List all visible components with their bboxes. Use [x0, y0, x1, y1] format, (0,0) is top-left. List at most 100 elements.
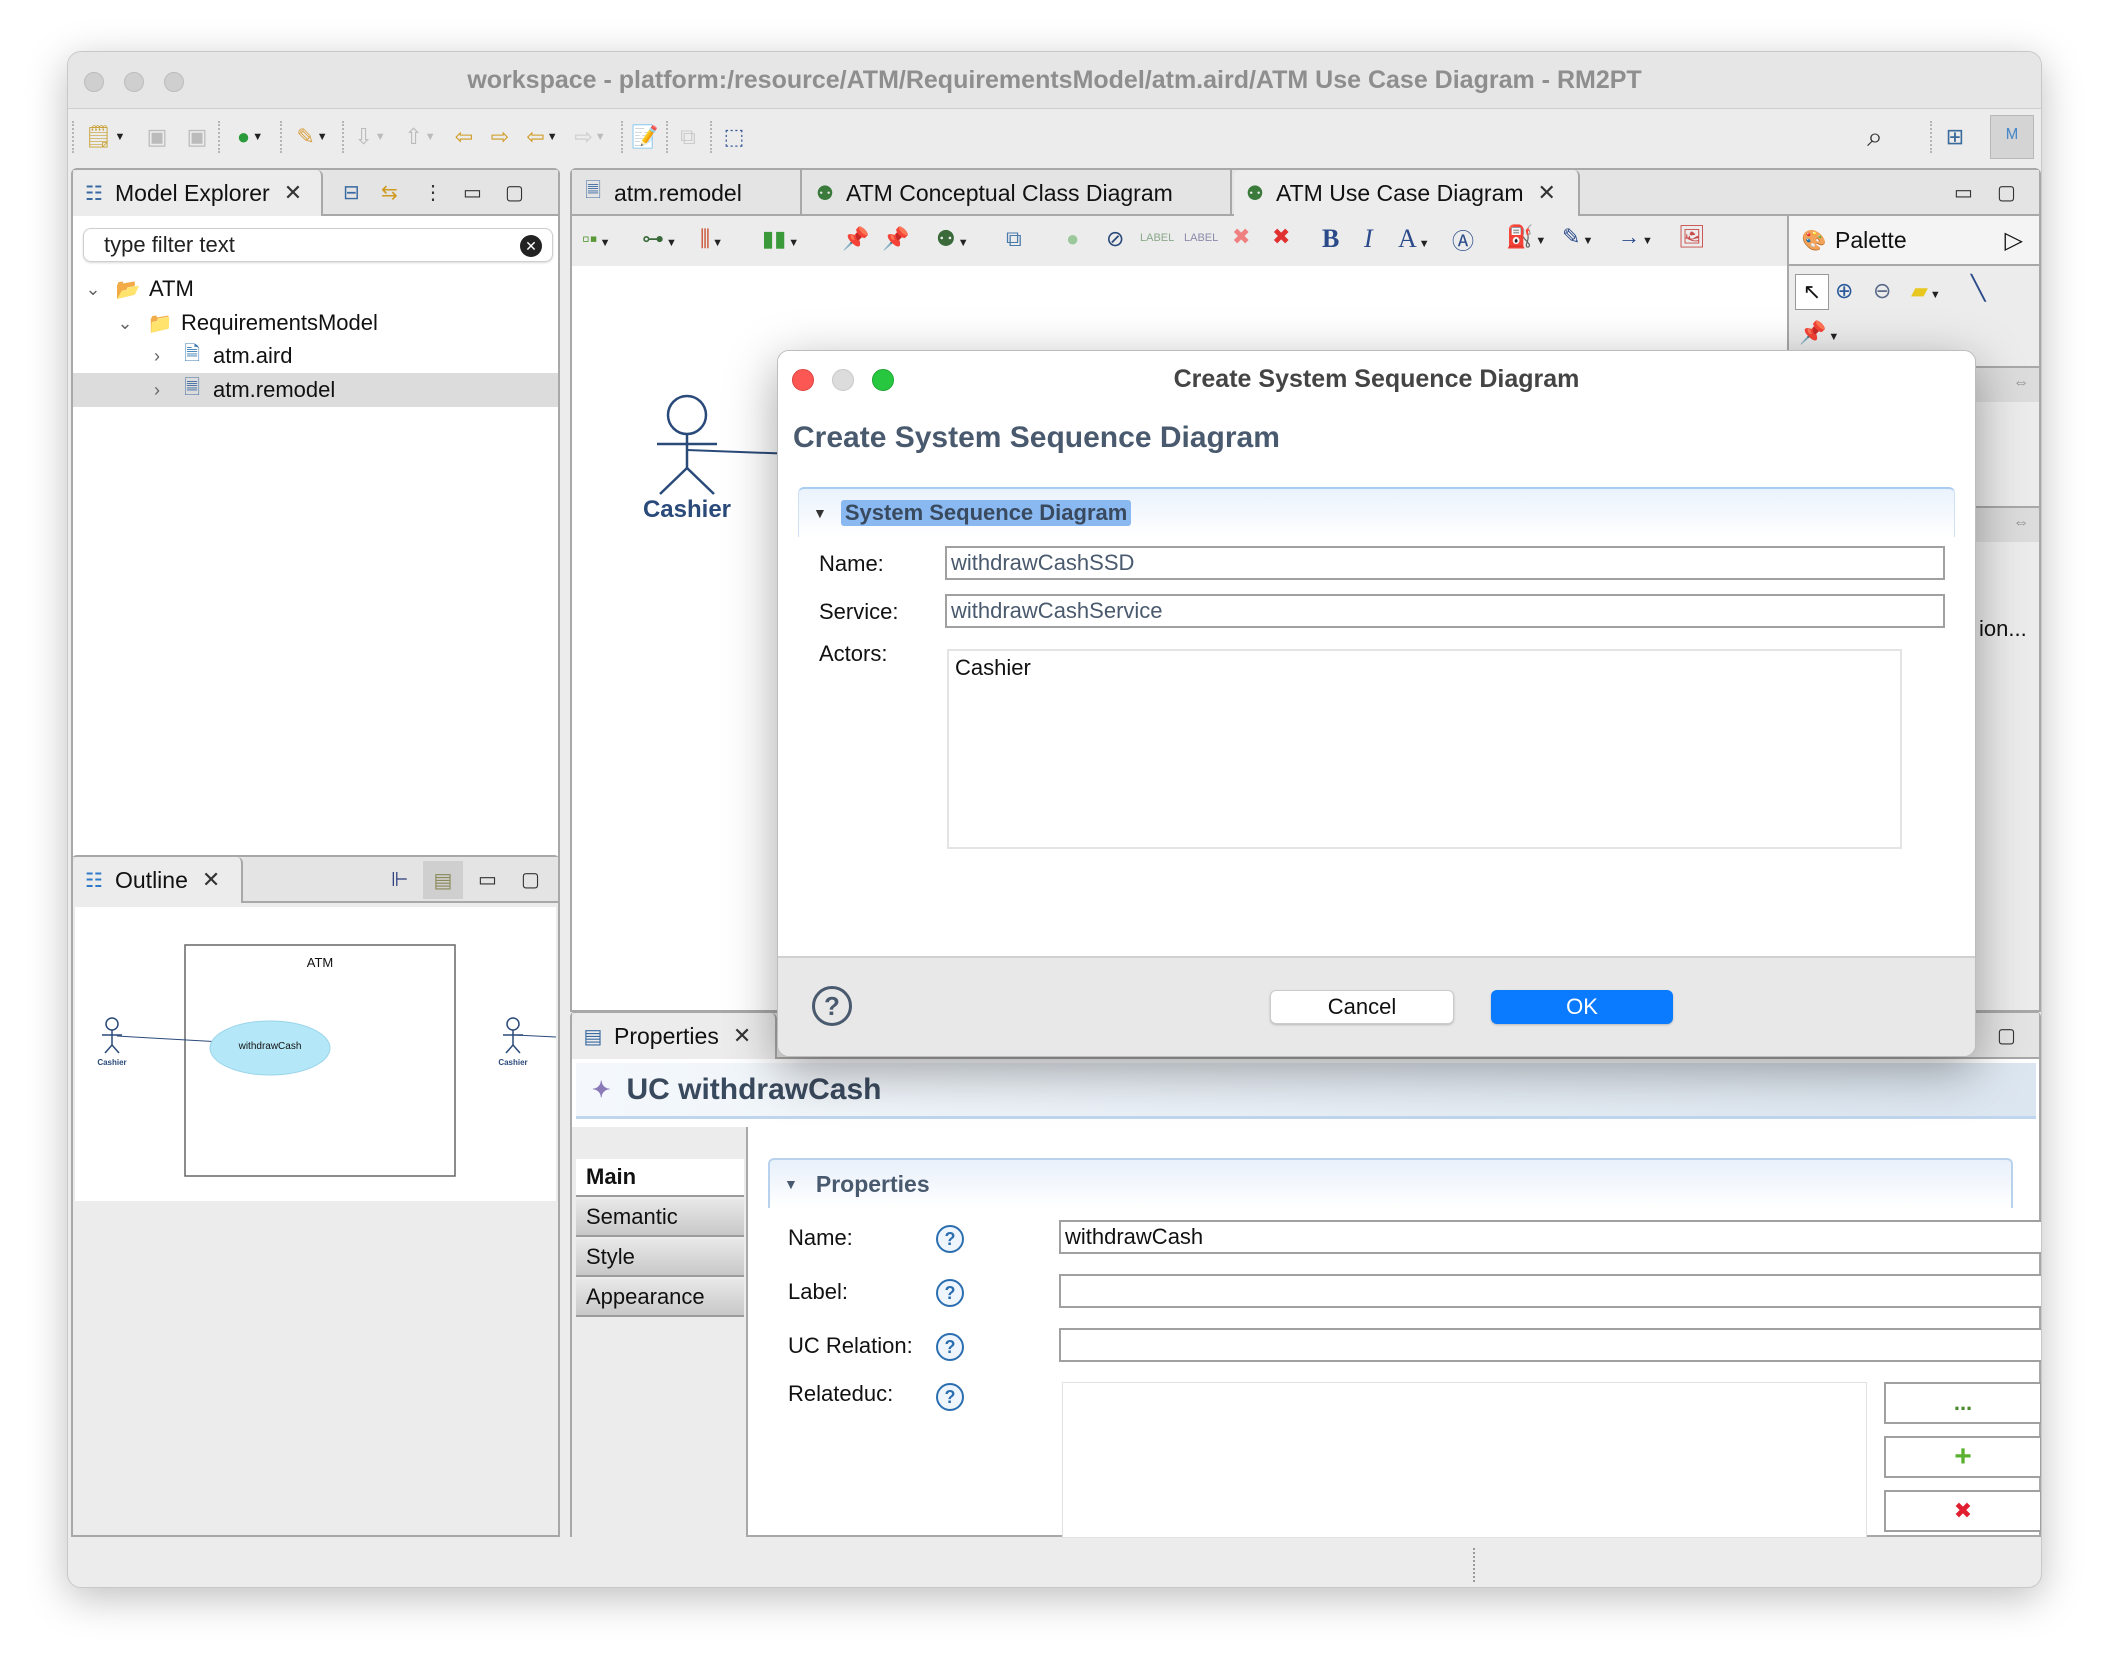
set-image-icon[interactable]: 🖼 [1678, 224, 1706, 250]
tab-outline[interactable]: ☷ Outline ✕ [73, 857, 243, 903]
modeling-perspective-button[interactable]: ᴹ [1990, 115, 2034, 159]
show-label-icon[interactable]: LABEL [1140, 232, 1174, 244]
last-edit-forward-button[interactable]: ⇨ [484, 121, 516, 153]
connection-tool-icon[interactable]: ╲ [1971, 274, 1985, 303]
tab-model-explorer[interactable]: ☷ Model Explorer ✕ [73, 170, 323, 216]
close-icon[interactable]: ✕ [284, 180, 302, 206]
search-button[interactable]: ⌕ [1858, 121, 1892, 153]
font-color-button[interactable]: A ▼ [1398, 224, 1430, 254]
relateduc-list[interactable] [1062, 1382, 1867, 1538]
view-menu-icon[interactable]: ⋮ [423, 180, 443, 205]
last-edit-back-button[interactable]: ⇦ [448, 121, 480, 153]
back-button[interactable]: ⇦ ▼ [520, 121, 564, 153]
dialog-section-header[interactable]: ▼ System Sequence Diagram [798, 487, 1955, 537]
label-input[interactable] [1059, 1274, 2041, 1308]
overview-icon[interactable]: ▤ [423, 861, 463, 899]
tab-conceptual-class-diagram[interactable]: ⚉ ATM Conceptual Class Diagram [804, 170, 1232, 216]
remove-button[interactable]: ✖ [1884, 1490, 2041, 1532]
line-color-icon[interactable]: ✎ ▼ [1562, 224, 1593, 250]
status-bar-handle[interactable] [1473, 1548, 1477, 1582]
minimize-icon[interactable]: ▭ [478, 867, 497, 892]
diagram-copy-button[interactable]: ⧉ [672, 121, 704, 153]
arrange-icon[interactable]: ▫▪ ▼ [582, 226, 611, 252]
properties-section-header[interactable]: ▼ Properties [768, 1158, 2013, 1208]
ok-button[interactable]: OK [1491, 990, 1673, 1024]
outline-diagram[interactable]: ATM withdrawCash Cashier Cashier [75, 907, 556, 1201]
pen-tool-button[interactable]: ✎ ▼ [288, 121, 336, 153]
zoom-out-icon[interactable]: ⊖ [1873, 278, 1891, 304]
fill-color-icon[interactable]: ⛽ ▼ [1506, 224, 1546, 250]
filter-input[interactable]: type filter text ✕ [83, 228, 553, 262]
actor-list-item[interactable]: Cashier [955, 655, 1894, 681]
expanded-chevron-icon[interactable]: ⌄ [81, 279, 105, 300]
tree-item-requirementsmodel[interactable]: ⌄ 📁 RequirementsModel [73, 306, 558, 340]
layout-icon[interactable]: ⚉ ▼ [936, 226, 969, 252]
tree-item-atm-aird[interactable]: › 🗎 atm.aird [73, 339, 558, 373]
new-note-button[interactable]: 📝 [628, 121, 662, 153]
line-style-icon[interactable]: → ▼ [1618, 224, 1653, 250]
hide-label-icon[interactable]: LABEL [1184, 232, 1218, 244]
maximize-icon[interactable]: ▢ [1997, 180, 2016, 205]
font-dialog-icon[interactable]: Ⓐ [1452, 224, 1474, 256]
open-perspective-button[interactable]: ⊞ [1938, 121, 1972, 153]
maximize-icon[interactable]: ▢ [1997, 1023, 2016, 1048]
side-tab-main[interactable]: Main [576, 1159, 744, 1197]
zoom-in-icon[interactable]: ⊕ [1835, 278, 1853, 304]
help-button[interactable]: ? [812, 986, 852, 1026]
collapsed-chevron-icon[interactable]: › [145, 346, 169, 367]
new-wizard-button[interactable]: 🗒 ▼ [82, 121, 128, 153]
hide-element-icon[interactable]: ⊘ [1106, 226, 1124, 252]
clear-filter-icon[interactable]: ✕ [520, 235, 542, 257]
ssd-name-input[interactable]: withdrawCashSSD [945, 546, 1945, 580]
tree-item-atm[interactable]: ⌄ 📂 ATM [73, 272, 558, 306]
ssd-actors-list[interactable]: Cashier [947, 649, 1902, 849]
palette-header[interactable]: 🎨 Palette ▷ [1789, 216, 2039, 266]
tree-view-icon[interactable]: ⊩ [391, 867, 408, 892]
select-region-button[interactable]: ⬚ [718, 121, 750, 153]
maximize-icon[interactable]: ▢ [505, 180, 524, 205]
copy-layout-icon[interactable]: ⧉ [1006, 226, 1022, 252]
align-icon[interactable]: ⊶ ▼ [642, 226, 677, 252]
close-icon[interactable]: ✕ [202, 867, 220, 893]
prev-annotation-button[interactable]: ⇧ ▼ [400, 121, 440, 153]
save-all-button[interactable]: ▣ [182, 121, 212, 153]
pin-section-icon[interactable]: ⇔ [2013, 514, 2029, 532]
link-with-editor-icon[interactable]: ⇆ [381, 180, 398, 205]
delete-from-model-icon[interactable]: ✖ [1272, 224, 1290, 250]
maximize-icon[interactable]: ▢ [521, 867, 540, 892]
italic-button[interactable]: I [1364, 224, 1373, 254]
run-button[interactable]: ● ▼ [226, 121, 274, 153]
tab-properties[interactable]: ▤ Properties ✕ [572, 1013, 777, 1059]
forward-button[interactable]: ⇨ ▼ [568, 121, 612, 153]
side-tab-appearance[interactable]: Appearance [576, 1279, 744, 1317]
pin-section-icon[interactable]: ⇔ [2013, 374, 2029, 392]
next-annotation-button[interactable]: ⇩ ▼ [350, 121, 390, 153]
close-icon[interactable]: ✕ [733, 1023, 751, 1049]
browse-button[interactable]: ... [1884, 1382, 2041, 1424]
unpin-icon[interactable]: 📌 [882, 226, 909, 252]
collapse-palette-icon[interactable]: ▷ [2005, 226, 2023, 255]
collapsed-chevron-icon[interactable]: › [145, 380, 169, 401]
minimize-icon[interactable]: ▭ [1954, 180, 1973, 205]
help-icon[interactable]: ? [936, 1333, 964, 1361]
cancel-button[interactable]: Cancel [1270, 990, 1454, 1024]
tree-item-atm-remodel[interactable]: › 🗏 atm.remodel [73, 373, 558, 407]
palette-truncated-item[interactable]: ion... [1979, 616, 2027, 642]
help-icon[interactable]: ? [936, 1279, 964, 1307]
size-icon[interactable]: ▮▮ ▼ [762, 226, 799, 252]
close-icon[interactable]: ✕ [1538, 180, 1556, 206]
note-tool-icon[interactable]: ▰ ▼ [1911, 278, 1941, 304]
uc-relation-input[interactable] [1059, 1328, 2041, 1362]
expanded-chevron-icon[interactable]: ⌄ [113, 313, 137, 334]
minimize-icon[interactable]: ▭ [463, 180, 482, 205]
help-icon[interactable]: ? [936, 1383, 964, 1411]
side-tab-style[interactable]: Style [576, 1239, 744, 1277]
distribute-icon[interactable]: ⫼ ▼ [700, 226, 723, 252]
bold-button[interactable]: B [1322, 224, 1339, 254]
help-icon[interactable]: ? [936, 1225, 964, 1253]
delete-from-diagram-icon[interactable]: ✖ [1232, 224, 1250, 250]
tab-atm-remodel[interactable]: 🗏 atm.remodel [572, 170, 802, 216]
add-button[interactable]: + [1884, 1436, 2041, 1478]
side-tab-semantic[interactable]: Semantic [576, 1199, 744, 1237]
pin-tool-icon[interactable]: 📌 ▼ [1799, 320, 1839, 346]
